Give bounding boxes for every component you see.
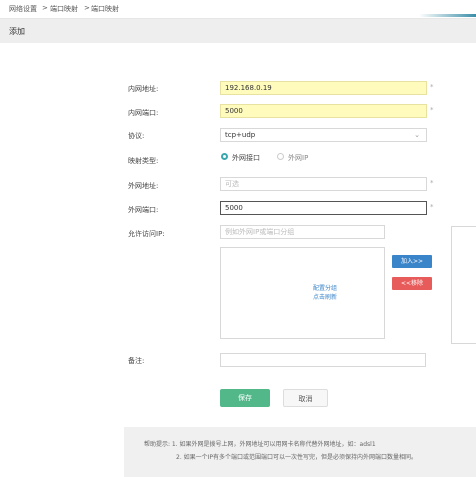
radio-outer-interface-label: 外网接口 — [232, 154, 260, 162]
add-button[interactable]: 加入>> — [392, 255, 432, 268]
protocol-select[interactable]: tcp+udp ⌄ — [220, 128, 427, 142]
help-tip-line2: 2. 如果一个IP有多个端口或范围端口可以一次性写完，但是必须保持内外网端口数量… — [176, 454, 418, 461]
remark-label: 备注: — [128, 357, 145, 365]
side-panel — [451, 226, 476, 344]
breadcrumb-sep: > — [42, 4, 48, 12]
ip-group-list[interactable]: 配置分组 点击刷新 — [220, 247, 385, 339]
required-mark: * — [430, 203, 434, 211]
help-tip: 帮助提示: 1. 如果外网是拨号上网，外网地址可以用网卡名称代替外网地址，如：a… — [124, 427, 476, 477]
outer-port-label: 外网端口: — [128, 206, 159, 214]
breadcrumb-item-current: 端口映射 — [91, 5, 119, 13]
chevron-down-icon: ⌄ — [414, 131, 420, 139]
page-title-bar: 添加 — [0, 19, 476, 43]
header-accent-line — [0, 14, 476, 17]
outer-addr-input[interactable]: 可选 — [220, 177, 427, 191]
radio-outer-interface[interactable] — [221, 153, 228, 160]
remark-input[interactable] — [220, 353, 426, 367]
required-mark: * — [430, 106, 434, 114]
protocol-value: tcp+udp — [225, 131, 256, 139]
breadcrumb-sep: > — [84, 4, 90, 12]
allow-ip-input[interactable]: 例如外网IP或端口分组 — [220, 225, 385, 239]
breadcrumb-item-network[interactable]: 网络设置 — [9, 4, 37, 14]
radio-outer-ip-label: 外网IP — [288, 154, 309, 162]
inner-port-label: 内网端口: — [128, 109, 159, 117]
outer-addr-label: 外网地址: — [128, 182, 159, 190]
outer-port-input[interactable]: 5000 — [220, 201, 427, 215]
remove-button[interactable]: <<移除 — [392, 277, 432, 290]
refresh-link[interactable]: 点击刷新 — [313, 292, 337, 301]
cancel-button[interactable]: 取消 — [283, 389, 328, 407]
config-group-link[interactable]: 配置分组 — [313, 283, 337, 292]
allow-ip-label: 允许访问IP: — [128, 230, 165, 238]
breadcrumb-item-portmap[interactable]: 端口映射 — [50, 4, 78, 14]
save-button[interactable]: 保存 — [220, 389, 270, 407]
inner-port-input[interactable]: 5000 — [220, 104, 427, 118]
breadcrumb: 网络设置 > 端口映射 > 端口映射 — [0, 0, 476, 19]
help-tip-line1: 帮助提示: 1. 如果外网是拨号上网，外网地址可以用网卡名称代替外网地址，如：a… — [144, 441, 376, 448]
inner-addr-input[interactable]: 192.168.0.19 — [220, 81, 427, 95]
radio-outer-ip[interactable] — [277, 153, 284, 160]
protocol-label: 协议: — [128, 132, 145, 140]
inner-addr-label: 内网地址: — [128, 85, 159, 93]
page-title: 添加 — [9, 27, 25, 36]
required-mark: * — [430, 179, 434, 187]
map-type-label: 映射类型: — [128, 157, 159, 165]
required-mark: * — [430, 83, 434, 91]
